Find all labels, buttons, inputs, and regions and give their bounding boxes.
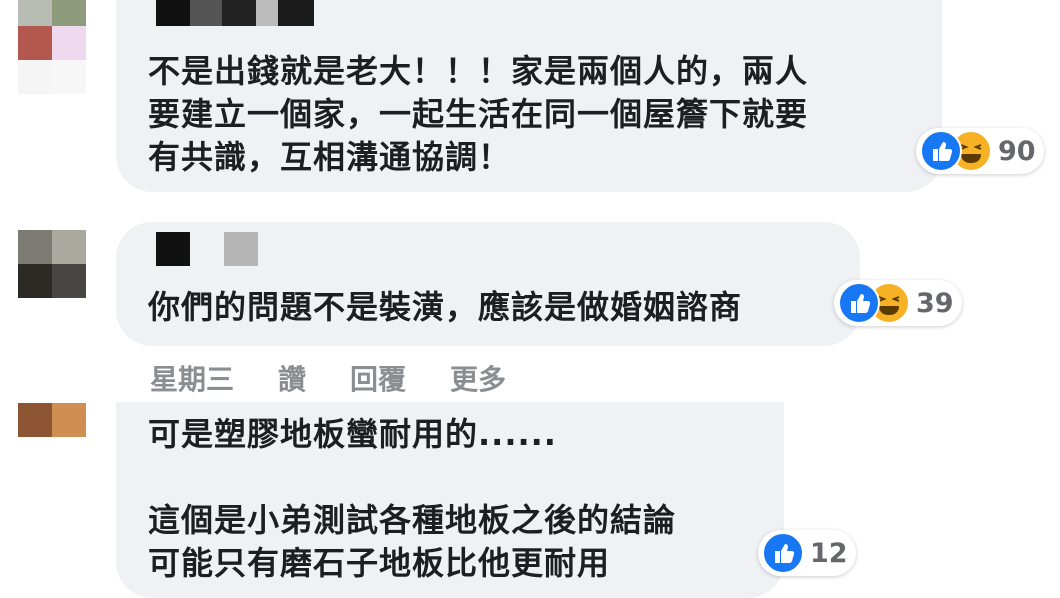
avatar[interactable] (18, 0, 86, 94)
like-icon (762, 532, 804, 574)
reaction-summary[interactable]: 39 (834, 280, 962, 326)
reaction-count: 90 (998, 135, 1036, 167)
reaction-count: 12 (810, 537, 848, 569)
commenter-name[interactable] (156, 0, 314, 26)
comment-text: 你們的問題不是裝潢，應該是做婚姻諮商 (148, 288, 743, 326)
avatar[interactable] (18, 403, 86, 437)
like-icon (920, 130, 962, 172)
reply-button[interactable]: 回覆 (350, 358, 406, 398)
like-button[interactable]: 讚 (278, 358, 306, 398)
comment-text: 不是出錢就是老大！！！家是兩個人的，兩人 要建立一個家，一起生活在同一個屋簷下就… (148, 52, 809, 176)
more-button[interactable]: 更多 (450, 358, 506, 398)
avatar[interactable] (18, 230, 86, 298)
comment-actions: 星期三 讚 回覆 更多 (150, 358, 550, 398)
reaction-count: 39 (916, 287, 954, 319)
comment-time[interactable]: 星期三 (150, 358, 234, 398)
reaction-summary[interactable]: 90 (916, 128, 1044, 174)
like-icon (838, 282, 880, 324)
reaction-summary[interactable]: 12 (758, 530, 856, 576)
comment-text: 可是塑膠地板蠻耐用的...... 這個是小弟測試各種地板之後的結論 可能只有磨石… (148, 415, 677, 582)
commenter-name[interactable] (156, 232, 258, 266)
